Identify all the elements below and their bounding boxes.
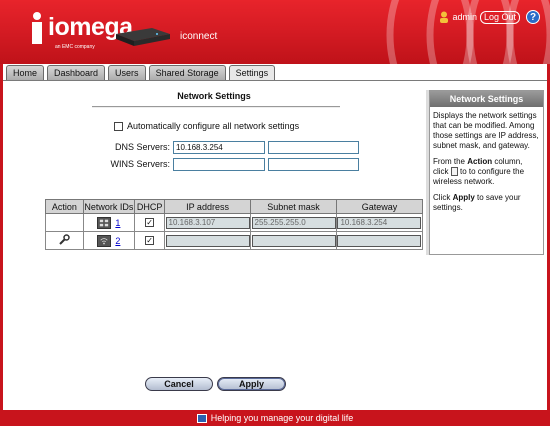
gateway-cell: 10.168.3.254: [335, 213, 424, 232]
gateway-input[interactable]: 10.168.3.254: [337, 216, 422, 229]
help-panel-title: Network Settings: [430, 91, 543, 107]
wins-servers-label: WINS Servers:: [110, 159, 170, 169]
section-divider: [92, 106, 340, 108]
dhcp-checkbox[interactable]: ✓: [145, 236, 155, 245]
tab-settings[interactable]: Settings: [228, 65, 276, 81]
action-cell: [45, 231, 84, 250]
tab-dashboard[interactable]: Dashboard: [47, 65, 106, 81]
tab-shared-storage[interactable]: Shared Storage: [148, 65, 226, 81]
subnet-mask-input[interactable]: 255.255.255.0: [251, 216, 336, 229]
help-panel-body: Displays the network settings that can b…: [430, 107, 543, 223]
dhcp-cell: ✓: [134, 231, 166, 250]
network-id-link[interactable]: 1: [115, 218, 120, 228]
apply-button[interactable]: Apply: [217, 377, 286, 391]
auto-config-label: Automatically configure all network sett…: [127, 121, 300, 131]
help-text: From the: [433, 157, 468, 166]
help-paragraph-2: From the Action column, click to to conf…: [433, 157, 540, 187]
cancel-button[interactable]: Cancel: [145, 377, 213, 391]
ethernet-icon: [97, 216, 112, 229]
subnet-mask-input[interactable]: [251, 234, 336, 247]
ip-cell: 10.168.3.107: [164, 213, 252, 232]
help-text: Click: [433, 193, 453, 202]
logo-subtext: an EMC company: [55, 44, 95, 50]
main-tabs: Home Dashboard Users Shared Storage Sett…: [6, 65, 276, 81]
col-ip-address: IP address: [164, 199, 252, 214]
dns-server-2-input[interactable]: [268, 141, 359, 154]
iomega-logo-icon: [32, 12, 42, 44]
gateway-cell: [335, 231, 424, 250]
device-icon: [116, 28, 170, 46]
user-name: admin: [452, 12, 477, 22]
ip-address-input[interactable]: [165, 234, 250, 247]
tab-home[interactable]: Home: [6, 65, 45, 81]
edit-doc-icon: [450, 167, 458, 177]
user-icon: [440, 11, 449, 23]
ip-address-input[interactable]: 10.168.3.107: [165, 216, 250, 229]
network-id-cell: 1: [82, 213, 136, 232]
wins-server-1-input[interactable]: [173, 158, 265, 171]
footer: Helping you manage your digital life: [0, 410, 550, 426]
dhcp-cell: ✓: [134, 213, 166, 232]
section-title: Network Settings: [177, 91, 251, 101]
dns-servers-label: DNS Servers:: [114, 142, 170, 152]
help-paragraph-1: Displays the network settings that can b…: [433, 111, 539, 150]
tab-divider: [3, 80, 547, 81]
table-row: 1 ✓ 10.168.3.107 255.255.255.0 10.168.3.…: [45, 213, 424, 232]
col-action: Action: [45, 199, 84, 214]
col-gateway: Gateway: [335, 199, 424, 214]
help-icon[interactable]: ?: [526, 10, 540, 24]
wireless-icon: [97, 234, 112, 247]
dhcp-checkbox[interactable]: ✓: [145, 218, 155, 227]
col-subnet-mask: Subnet mask: [250, 199, 337, 214]
subnet-cell: 255.255.255.0: [250, 213, 337, 232]
logout-link[interactable]: Log Out: [479, 10, 520, 24]
table-row: 2 ✓: [45, 231, 424, 250]
tab-users[interactable]: Users: [108, 65, 146, 81]
auto-config-row: Automatically configure all network sett…: [114, 121, 299, 131]
network-id-cell: 2: [82, 231, 136, 250]
help-panel: Network Settings Displays the network se…: [429, 90, 544, 255]
help-text-bold: Action: [467, 157, 493, 166]
action-cell: [45, 213, 84, 232]
network-id-link[interactable]: 2: [115, 236, 120, 246]
col-network-ids: Network IDs: [82, 199, 136, 214]
gateway-input[interactable]: [337, 234, 422, 247]
monitor-icon: [196, 413, 207, 423]
wins-server-2-input[interactable]: [268, 158, 359, 171]
user-area: admin Log Out ?: [439, 10, 540, 24]
footer-text: Helping you manage your digital life: [210, 413, 354, 423]
ip-cell: [164, 231, 252, 250]
help-text-bold: Apply: [452, 193, 475, 202]
network-table: Action Network IDs DHCP IP address Subne…: [45, 199, 424, 250]
subnet-cell: [250, 231, 337, 250]
wrench-icon[interactable]: [58, 233, 71, 246]
auto-config-checkbox[interactable]: [114, 121, 123, 131]
help-paragraph-3: Click Apply to save your settings.: [433, 193, 540, 213]
table-header-row: Action Network IDs DHCP IP address Subne…: [45, 199, 424, 214]
header: iomega an EMC company iconnect admin Log…: [0, 0, 550, 64]
dns-server-1-input[interactable]: 10.168.3.254: [173, 141, 265, 154]
col-dhcp: DHCP: [134, 199, 166, 214]
device-name: iconnect: [180, 31, 218, 42]
